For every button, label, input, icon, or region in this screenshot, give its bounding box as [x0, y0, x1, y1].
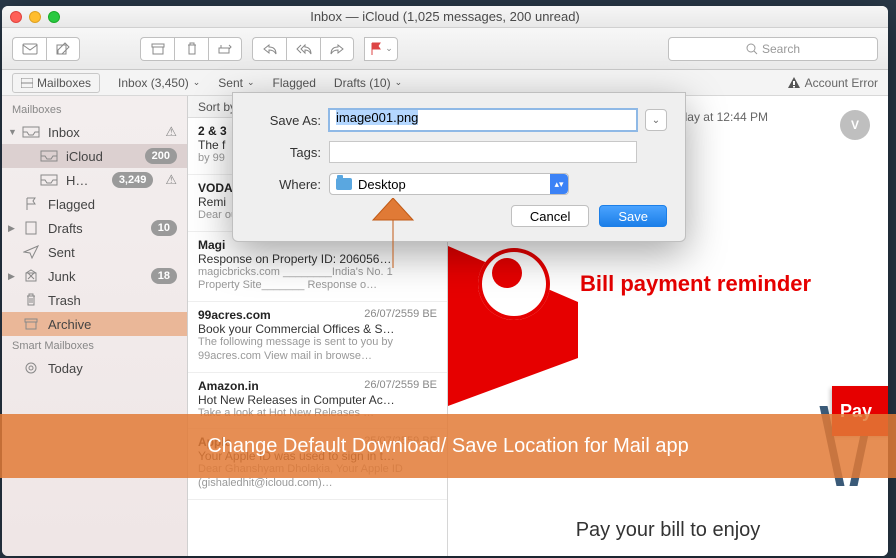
junk-button[interactable] — [208, 37, 242, 61]
sidebar-item-flagged[interactable]: Flagged — [2, 192, 187, 216]
inbox-icon — [40, 149, 58, 163]
message-from: VODA — [198, 181, 233, 195]
where-label: Where: — [251, 177, 329, 192]
tags-label: Tags: — [251, 145, 329, 160]
inbox-icon — [40, 173, 58, 187]
message-subject: Hot New Releases in Computer Ac… — [198, 393, 437, 407]
flag-icon — [22, 197, 40, 211]
fav-drafts[interactable]: Drafts (10)⌄ — [334, 76, 402, 90]
folder-icon — [336, 178, 352, 190]
sidebar-item-junk[interactable]: ▶ Junk 18 — [2, 264, 187, 288]
message-row[interactable]: 99acres.com 26/07/2559 BEBook your Commer… — [188, 302, 447, 373]
fav-inbox[interactable]: Inbox (3,450)⌄ — [118, 76, 200, 90]
mailboxes-icon — [21, 78, 33, 88]
sidebar-item-account2[interactable]: H… 3,249 ⚠ — [2, 168, 187, 192]
tags-input[interactable] — [329, 141, 637, 163]
sidebar-item-archive[interactable]: Archive — [2, 312, 187, 336]
fav-sent[interactable]: Sent⌄ — [218, 76, 254, 90]
disclosure-icon[interactable]: ▶ — [8, 223, 15, 234]
message-from: 2 & 3 — [198, 124, 227, 138]
reply-button[interactable] — [252, 37, 286, 61]
sidebar-section-smart: Smart Mailboxes — [2, 336, 187, 356]
expand-dialog-button[interactable]: ⌄ — [645, 109, 667, 131]
message-from: 99acres.com — [198, 308, 271, 322]
sidebar-section-mailboxes: Mailboxes — [2, 100, 187, 120]
search-field[interactable]: Search — [668, 37, 878, 61]
annotation-arrow — [368, 198, 418, 268]
titlebar: Inbox — iCloud (1,025 messages, 200 unre… — [2, 6, 888, 28]
toolbar: ⌄ Search — [2, 28, 888, 70]
fav-flagged[interactable]: Flagged — [273, 76, 316, 90]
delete-button[interactable] — [174, 37, 208, 61]
message-preview-text: magicbricks.com ________India's No. 1 Pr… — [198, 266, 437, 294]
pay-bill-text: Pay your bill to enjoy — [448, 519, 888, 542]
cancel-button[interactable]: Cancel — [511, 205, 589, 227]
message-preview-text: The following message is sent to you by … — [198, 336, 437, 364]
message-date: 26/07/2559 BE — [364, 308, 437, 322]
message-from: Magi — [198, 238, 225, 252]
bill-reminder-heading: Bill payment reminder — [580, 271, 811, 297]
save-dialog: Save As: image001.png ⌄ Tags: Where: Des… — [232, 92, 686, 242]
annotation-overlay: Change Default Download/ Save Location f… — [0, 414, 896, 478]
flag-button[interactable]: ⌄ — [364, 37, 398, 61]
vodafone-logo — [478, 248, 550, 320]
drafts-icon — [22, 221, 40, 235]
chevron-updown-icon: ▴▾ — [550, 174, 568, 194]
warning-icon — [787, 76, 801, 90]
compose-button[interactable] — [46, 37, 80, 61]
message-from: Amazon.in — [198, 379, 259, 393]
message-date: 26/07/2559 BE — [364, 379, 437, 393]
warning-icon: ⚠ — [165, 124, 177, 140]
avatar: V — [840, 110, 870, 140]
sidebar-item-today[interactable]: Today — [2, 356, 187, 380]
sidebar-item-inbox[interactable]: ▼ Inbox ⚠ — [2, 120, 187, 144]
reply-all-button[interactable] — [286, 37, 320, 61]
disclosure-icon[interactable]: ▶ — [8, 271, 15, 282]
unread-badge: 200 — [145, 148, 177, 164]
save-button[interactable]: Save — [599, 205, 667, 227]
sidebar-item-sent[interactable]: Sent — [2, 240, 187, 264]
forward-button[interactable] — [320, 37, 354, 61]
inbox-icon — [22, 125, 40, 139]
chevron-down-icon: ⌄ — [652, 115, 660, 126]
sidebar-item-trash[interactable]: Trash — [2, 288, 187, 312]
message-subject: Book your Commercial Offices & S… — [198, 322, 437, 336]
unread-badge: 3,249 — [112, 172, 154, 188]
gear-icon — [22, 361, 40, 375]
archive-icon — [22, 317, 40, 331]
search-icon — [746, 43, 758, 55]
mailboxes-toggle[interactable]: Mailboxes — [12, 73, 100, 93]
get-mail-button[interactable] — [12, 37, 46, 61]
sidebar: Mailboxes ▼ Inbox ⚠ iCloud 200 H… 3,249 … — [2, 96, 188, 556]
trash-icon — [22, 293, 40, 307]
junk-icon — [22, 269, 40, 283]
sidebar-item-drafts[interactable]: ▶ Drafts 10 — [2, 216, 187, 240]
archive-button[interactable] — [140, 37, 174, 61]
count-badge: 10 — [151, 220, 177, 236]
save-as-input[interactable]: image001.png — [329, 109, 637, 131]
disclosure-icon[interactable]: ▼ — [8, 127, 17, 137]
account-error[interactable]: Account Error — [787, 76, 878, 90]
where-select[interactable]: Desktop ▴▾ — [329, 173, 569, 195]
count-badge: 18 — [151, 268, 177, 284]
sidebar-item-icloud[interactable]: iCloud 200 — [2, 144, 187, 168]
sent-icon — [22, 245, 40, 259]
warning-icon: ⚠ — [165, 172, 177, 188]
save-as-label: Save As: — [251, 113, 329, 128]
window-title: Inbox — iCloud (1,025 messages, 200 unre… — [2, 9, 888, 24]
